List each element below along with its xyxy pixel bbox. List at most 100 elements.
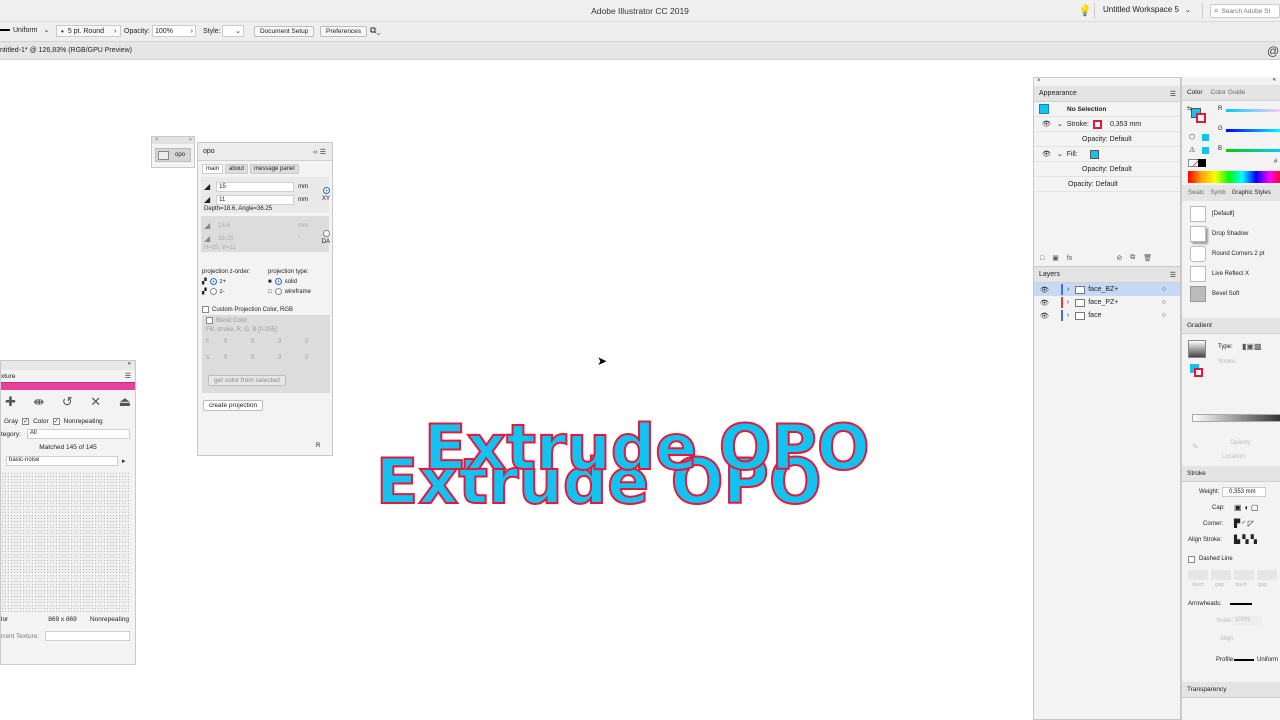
cap-icons[interactable]: ▣ ◖ ▢ [1234,503,1258,512]
field2-input[interactable]: 11 [216,194,295,205]
artboard-artwork[interactable]: Extrude OPO Extrude OPO [370,405,930,519]
clear-icon[interactable]: ⊘ [1116,254,1122,262]
close-icon[interactable]: × » [152,137,194,144]
target-icon[interactable]: ○ [1162,312,1166,319]
f-value[interactable]: 0 [278,339,305,345]
menu-icon[interactable]: ☰ [125,372,131,380]
tab-graphic-styles[interactable]: Graphic Styles [1232,190,1271,196]
style-item[interactable]: Drop Shadow [1190,224,1280,244]
custom-color-option[interactable]: Custom Projection Color, RGB [202,306,330,313]
r-slider[interactable] [1226,109,1280,112]
s-value[interactable]: 0 [224,355,251,361]
dash-input[interactable] [1188,570,1208,580]
layer-row[interactable]: 👁 › face_PZ+ ○ [1034,296,1180,309]
style-item[interactable]: Live Reflect X [1190,264,1280,284]
f-value[interactable]: 0 [251,339,278,345]
workspace-switcher[interactable]: Untitled Workspace 5 ⌄ [1103,5,1191,14]
menu-icon[interactable]: ☰ [1170,271,1176,279]
collapse-icon[interactable]: ‹‹ ☰ [313,148,326,156]
target-icon[interactable]: ○ [1162,286,1166,293]
close-icon[interactable]: × [1034,78,1180,86]
tab-swatches[interactable]: Swatc [1188,190,1204,196]
tab-main[interactable]: main [202,164,224,174]
stamp-icon[interactable]: ⏏ [119,394,131,410]
style-item[interactable]: Round Corners 2 pt [1190,244,1280,264]
fx-icon[interactable]: fx [1067,255,1072,262]
add-icon[interactable]: ✚ [5,394,16,410]
tab-message-panel[interactable]: message panel [250,164,299,174]
style-item[interactable]: [Default] [1190,204,1280,224]
gradient-type-icons[interactable]: ▮▣▩ [1242,342,1262,351]
s-value[interactable]: 0 [251,355,278,361]
layer-name[interactable]: face_BZ+ [1088,286,1118,293]
g-slider[interactable] [1226,129,1280,132]
collapse-icon[interactable]: « [1182,77,1280,85]
style-item[interactable]: Bevel Soft [1190,284,1280,304]
fit-icon[interactable]: ⇼ [33,394,44,410]
zminus-radio[interactable] [209,288,217,295]
weight-input[interactable]: 0,353 mm [1222,487,1266,497]
scale-input[interactable]: 100% [1232,616,1262,626]
tab-symbols[interactable]: Symb [1210,190,1225,196]
tab-about[interactable]: about [225,164,249,174]
zplus-radio[interactable] [209,278,217,285]
field4-input[interactable]: 36.25 [216,236,294,242]
gradient-thumbnail[interactable] [1188,340,1206,358]
solid-radio[interactable] [274,278,282,285]
custom-color-checkbox[interactable] [202,306,209,313]
xy-radio[interactable] [323,187,330,194]
category-select[interactable]: All [27,429,130,439]
stroke-swatch[interactable] [1092,119,1102,129]
rotate-icon[interactable]: ↺ [62,394,73,410]
search-field[interactable]: ⌕ Search Adobe St [1210,4,1280,18]
stroke-color-box[interactable] [1196,113,1206,123]
chevron-down-icon[interactable]: ⌄ [1057,120,1063,128]
new-stroke-icon[interactable]: □ [1040,255,1044,262]
eye-icon[interactable]: 👁 [1042,120,1051,128]
zplus-option[interactable]: ▞ z+ [202,278,264,285]
arrange-icon[interactable]: ⧉⌄ [370,25,381,36]
create-projection-button[interactable]: create projection [203,400,264,411]
chevron-down-icon[interactable]: ⌄ [1057,150,1063,158]
dash-input[interactable] [1234,570,1254,580]
tab-color[interactable]: Color [1187,89,1203,96]
zminus-option[interactable]: ▞ z- [202,288,264,295]
blend-checkbox[interactable] [206,317,213,324]
opo-launcher-button[interactable]: opo [155,148,191,162]
document-tab[interactable]: ntitled-1* @ 126,83% (RGB/GPU Preview) [0,47,132,54]
preferences-button[interactable]: Preferences [320,26,368,37]
menu-icon[interactable]: ☰ [1170,90,1176,98]
tab-color-guide[interactable]: Color Guide [1211,89,1246,96]
brush-select[interactable]: • 5 pt. Round › [56,25,122,37]
eye-icon[interactable]: 👁 [1040,299,1049,307]
eye-icon[interactable]: 👁 [1040,286,1049,294]
swap-icon[interactable]: ⇆ [1187,105,1192,112]
f-value[interactable]: 0 [224,339,251,345]
opacity-input[interactable]: 100% › [152,25,196,37]
opacity-row[interactable]: Opacity: Default [1034,132,1180,147]
swirl-icon[interactable]: @ [1267,44,1279,58]
b-slider[interactable] [1226,149,1280,152]
align-icons[interactable]: ▙ ▚ ▚ [1234,535,1257,544]
web-safe-swatch[interactable] [1202,134,1209,141]
chevron-right-icon[interactable]: › [1067,312,1069,319]
gap-input[interactable] [1211,570,1231,580]
opacity-row[interactable]: Opacity: Default [1034,177,1180,192]
style-swatch[interactable]: ⌄ [222,25,244,37]
layer-name[interactable]: face_PZ+ [1088,299,1118,306]
corner-icons[interactable]: ▛ ◜ ◸ [1234,519,1254,528]
color-checkbox[interactable]: ✓ [22,417,30,425]
wireframe-option[interactable]: □ wireframe [268,288,330,295]
profile-value[interactable]: Uniform [1257,657,1278,663]
field1-input[interactable]: 15 [216,181,295,192]
layer-row[interactable]: 👁 › face ○ [1034,309,1180,322]
eye-icon[interactable]: 👁 [1040,312,1049,320]
stroke-profile-select[interactable]: Uniform ⌄ [0,26,49,34]
opacity-row[interactable]: Opacity: Default [1034,162,1180,177]
preset-select[interactable]: basic-noise [6,456,118,466]
stroke-row[interactable]: 👁 ⌄ Stroke: 0,353 mm [1034,117,1180,132]
play-icon[interactable]: ▸ [122,457,126,465]
gap-input[interactable] [1257,570,1277,580]
layer-name[interactable]: face [1088,312,1101,319]
layer-row[interactable]: 👁 › face_BZ+ ○ [1034,283,1180,296]
